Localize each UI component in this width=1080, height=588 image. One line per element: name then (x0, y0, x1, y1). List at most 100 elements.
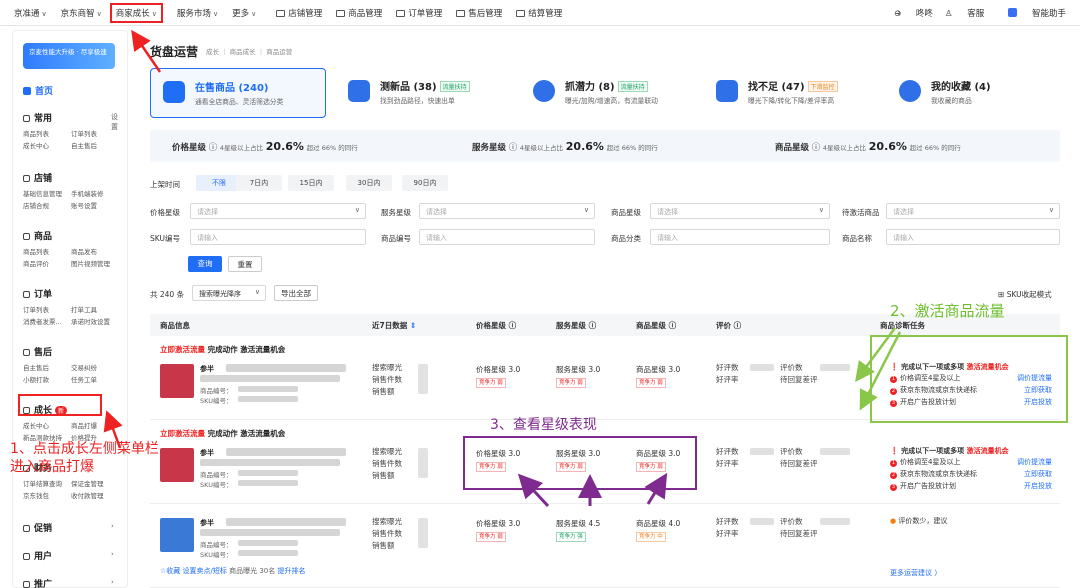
product-title[interactable]: 参半 (200, 448, 214, 458)
sidebar-link[interactable]: 订单列表 (23, 306, 49, 314)
favorite-link[interactable]: ☆收藏 (160, 567, 180, 575)
sidebar-link[interactable]: 店铺合规 (23, 202, 49, 210)
sidebar-link[interactable]: 打单工具 (71, 304, 97, 314)
sidebar-link[interactable]: 消费者发票... (23, 318, 62, 326)
card-favorites[interactable]: 我的收藏 (4) 我收藏的商品 (887, 68, 1063, 118)
time-chip-90d[interactable]: 90日内 (402, 175, 448, 191)
sidebar-link[interactable]: 承诺时效设置 (71, 316, 110, 326)
sidebar-link[interactable]: 交易纠纷 (71, 362, 97, 372)
sku-input[interactable]: 请输入 (190, 229, 366, 245)
nav-merchant-growth[interactable]: 商家成长 ∨ (109, 2, 163, 23)
export-button[interactable]: 导出全部 (274, 285, 318, 301)
promo-banner[interactable]: 京麦性能大升级 · 尽享极速 (23, 43, 115, 69)
sidebar-item-home[interactable]: 首页 (23, 84, 53, 97)
sidebar-link[interactable]: 商品评价 (23, 260, 49, 268)
assistant-button[interactable]: 智能助手 (996, 7, 1066, 19)
col-label: 服务星级 (556, 321, 586, 330)
customer-service-button[interactable]: ♙ 客服 (945, 7, 984, 19)
sidebar-link[interactable]: 收付款管理 (71, 490, 104, 500)
card-on-sale[interactable]: 在售商品 (240) 通看全店商品、灵活筛选分类 (150, 68, 326, 118)
price-star-select[interactable]: 请选择 ∨ (190, 203, 366, 219)
sort-select[interactable]: 搜索曝光降序 ∨ (192, 285, 266, 301)
activate-traffic-link[interactable]: 立即激活流量 (160, 429, 205, 438)
improve-rank-link[interactable]: 提升排名 (277, 567, 305, 575)
filter-label-sku: SKU编号 (150, 234, 180, 243)
nav-link-aftersale[interactable]: 售后管理 (456, 7, 502, 19)
sidebar-link[interactable]: 基础信息管理 (23, 190, 62, 198)
service-star-select[interactable]: 请选择 ∨ (419, 203, 595, 219)
nav-link-shop[interactable]: 店铺管理 (276, 7, 322, 19)
star-label: 商品星级 (775, 143, 810, 153)
sidebar-section-7[interactable]: 促销 › (23, 521, 119, 534)
nav-jingzhuntong[interactable]: 京准通 ∨ (14, 7, 47, 19)
sidebar-section-2[interactable]: 商品 (23, 229, 119, 242)
nav-link-order[interactable]: 订单管理 (396, 7, 442, 19)
star-post: 超过 66% 的同行 (606, 144, 658, 152)
sidebar-link[interactable]: 任务工单 (71, 374, 97, 384)
sidebar-link[interactable]: 自主售后 (71, 140, 97, 150)
sidebar-link[interactable]: 小额打款 (23, 376, 49, 384)
pending-select[interactable]: 请选择 ∨ (886, 203, 1060, 219)
product-star-select[interactable]: 请选择 ∨ (650, 203, 830, 219)
time-chip-7d[interactable]: 7日内 (236, 175, 282, 191)
sidebar-section-8[interactable]: 用户 › (23, 549, 119, 562)
name-input[interactable]: 请输入 (886, 229, 1060, 245)
sidebar-link[interactable]: 商品列表 (23, 130, 49, 138)
section-icon (23, 525, 30, 532)
sidebar-link[interactable]: 账号设置 (71, 200, 97, 210)
card-potential[interactable]: 抓潜力 (8) 流量扶持 曝光/加购/增速高，有流量联动 (521, 68, 697, 118)
more-suggestions-link[interactable]: 更多运营建议 〉 (890, 568, 1054, 578)
sidebar-section-3[interactable]: 订单 (23, 287, 119, 300)
nav-service-market[interactable]: 服务市场 ∨ (177, 7, 218, 19)
card-deficiency[interactable]: 找不足 (47) 下滑监控 曝光下降/转化下降/差评率高 (704, 68, 880, 118)
dongdong-button[interactable]: ⊖ 咚咚 (894, 7, 933, 19)
sidebar-section-0[interactable]: 常用 设置 (23, 111, 119, 131)
sidebar-link[interactable]: 手机端装修 (71, 188, 104, 198)
sidebar-link[interactable]: 订单列表 (71, 128, 97, 138)
sku-mode-toggle[interactable]: ⊞ SKU收起模式 (998, 289, 1052, 300)
sidebar-section-1[interactable]: 店铺 (23, 171, 119, 184)
nav-shangzhi[interactable]: 京东商智 ∨ (61, 7, 102, 19)
nav-link-product[interactable]: 商品管理 (336, 7, 382, 19)
sidebar-link[interactable]: 成长中心 (23, 142, 49, 150)
product-title[interactable]: 参半 (200, 364, 214, 374)
time-chip-30d[interactable]: 30日内 (346, 175, 392, 191)
task-action-link[interactable]: 调价提流量 (1017, 456, 1052, 468)
task-action-link[interactable]: 立即获取 (1024, 468, 1052, 480)
sidebar-section-9[interactable]: 推广 › (23, 577, 119, 588)
time-chip-15d[interactable]: 15日内 (288, 175, 334, 191)
product-title[interactable]: 参半 (200, 518, 214, 528)
selling-point-link[interactable]: 设置卖点/短标 (183, 567, 227, 575)
sidebar-section-4[interactable]: 售后 (23, 345, 119, 358)
activate-traffic-link[interactable]: 立即激活流量 (160, 345, 205, 354)
sidebar-link[interactable]: 图片视频管理 (71, 258, 110, 268)
product-thumbnail[interactable] (160, 448, 194, 482)
product-thumbnail[interactable] (160, 518, 194, 552)
task-action-link[interactable]: 开启投放 (1024, 480, 1052, 492)
sort-icon: ⇕ (409, 321, 417, 330)
col-7day[interactable]: 近7日数据 ⇕ (372, 320, 416, 331)
nav-link-settle[interactable]: 结算管理 (516, 7, 562, 19)
row-headline: 立即激活流量 完成动作 激活流量机会 (160, 344, 285, 355)
sidebar-link[interactable]: 商品发布 (71, 246, 97, 256)
review-cell-2: 评价数 待回复差评 (780, 362, 818, 386)
sidebar-link[interactable]: 商品打爆 (71, 420, 97, 430)
redacted-text (418, 518, 428, 548)
sidebar-link[interactable]: 订单结算查询 (23, 480, 62, 488)
redacted-text (418, 448, 428, 478)
product-thumbnail[interactable] (160, 364, 194, 398)
card-test-new[interactable]: 测新品 (38) 流量扶持 找到劲品路径，快速出单 (336, 68, 512, 118)
screenshot-root: 京准通 ∨ 京东商智 ∨ 商家成长 ∨ 服务市场 ∨ 更多 ∨ 店铺管理 商品管理 订单管… (0, 0, 1080, 588)
sidebar-link[interactable]: 成长中心 (23, 422, 49, 430)
sidebar-link[interactable]: 保证金管理 (71, 478, 104, 488)
product-no-input[interactable]: 请输入 (419, 229, 595, 245)
query-button[interactable]: 查询 (188, 256, 222, 272)
sidebar-link[interactable]: 商品列表 (23, 248, 49, 256)
nav-more[interactable]: 更多 ∨ (232, 7, 256, 19)
sidebar-link[interactable]: 京东钱包 (23, 492, 49, 500)
category-input[interactable]: 请输入 (650, 229, 830, 245)
sidebar-link[interactable]: 自主售后 (23, 364, 49, 372)
select-placeholder: 请选择 (657, 208, 678, 216)
section-extra[interactable]: 设置 (111, 112, 119, 132)
reset-button[interactable]: 重置 (228, 256, 262, 272)
